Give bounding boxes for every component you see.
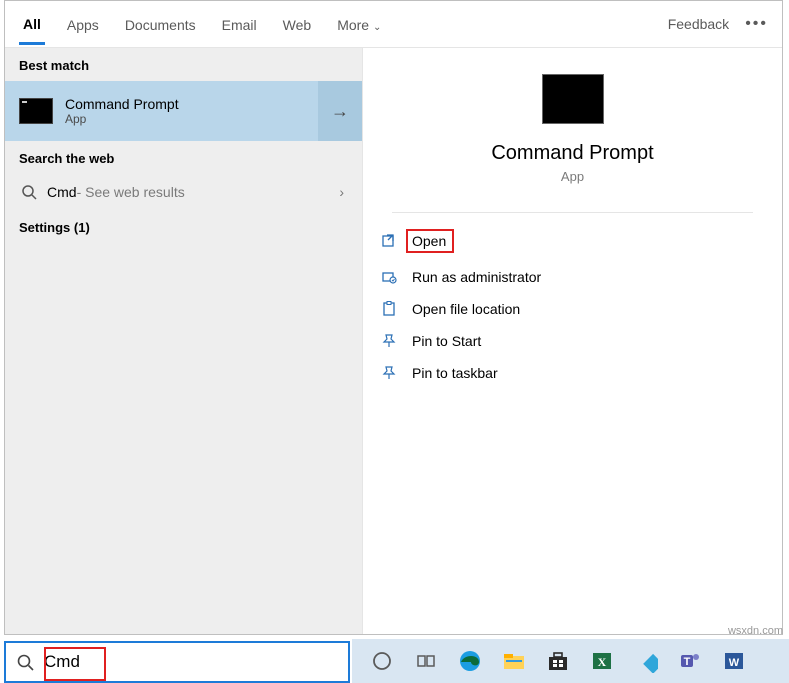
taskbar-excel-icon[interactable]: X — [582, 641, 622, 681]
action-run-as-admin[interactable]: Run as administrator — [372, 261, 789, 293]
search-body: Best match Command Prompt App → Search t… — [5, 48, 782, 634]
tab-documents[interactable]: Documents — [121, 5, 200, 43]
action-open-file-location-label: Open file location — [412, 301, 520, 317]
best-match-label: Best match — [5, 48, 362, 81]
web-result-row[interactable]: Cmd - See web results › — [5, 174, 362, 210]
settings-label[interactable]: Settings (1) — [5, 210, 362, 243]
expand-arrow-icon[interactable]: → — [318, 81, 362, 141]
web-result-hint: - See web results — [77, 184, 185, 200]
header-tabs: All Apps Documents Email Web More ⌄ — [19, 4, 385, 45]
action-open-file-location[interactable]: Open file location — [372, 293, 789, 325]
preview-subtitle: App — [561, 169, 584, 184]
open-icon — [380, 233, 398, 249]
pin-taskbar-icon — [380, 365, 398, 381]
watermark: wsxdn.com — [728, 625, 783, 637]
action-open[interactable]: Open — [372, 221, 789, 261]
best-match-subtitle: App — [65, 112, 179, 126]
tab-all[interactable]: All — [19, 4, 45, 45]
action-pin-to-taskbar[interactable]: Pin to taskbar — [372, 357, 789, 389]
file-location-icon — [380, 301, 398, 317]
search-icon — [16, 653, 34, 671]
chevron-right-icon: › — [339, 184, 344, 200]
taskbar-teams-icon[interactable]: T — [670, 641, 710, 681]
best-match-title: Command Prompt — [65, 96, 179, 112]
svg-text:T: T — [684, 656, 691, 668]
more-options-icon[interactable]: ••• — [745, 15, 768, 33]
action-pin-to-start-label: Pin to Start — [412, 333, 481, 349]
preview-pane: Command Prompt App Open Run as administr… — [363, 48, 782, 634]
divider — [392, 212, 752, 213]
best-match-text: Command Prompt App — [65, 96, 179, 126]
taskbar-taskview-icon[interactable] — [406, 641, 446, 681]
search-icon — [21, 184, 37, 200]
preview-title: Command Prompt — [491, 142, 653, 165]
action-pin-to-taskbar-label: Pin to taskbar — [412, 365, 498, 381]
tab-more[interactable]: More ⌄ — [333, 5, 385, 43]
search-header: All Apps Documents Email Web More ⌄ Feed… — [5, 1, 782, 48]
taskbar-store-icon[interactable] — [538, 641, 578, 681]
tab-web[interactable]: Web — [279, 5, 316, 43]
action-open-label: Open — [406, 229, 454, 253]
web-result-term: Cmd — [47, 184, 77, 200]
taskbar-word-icon[interactable]: W — [714, 641, 754, 681]
command-prompt-icon — [19, 98, 53, 124]
taskbar: X T W — [352, 639, 789, 683]
taskbar-edge-icon[interactable] — [450, 641, 490, 681]
results-pane: Best match Command Prompt App → Search t… — [5, 48, 363, 634]
svg-text:W: W — [729, 657, 740, 669]
search-web-label: Search the web — [5, 141, 362, 174]
feedback-link[interactable]: Feedback — [668, 16, 729, 32]
best-match-result[interactable]: Command Prompt App → — [5, 81, 362, 141]
admin-icon — [380, 269, 398, 285]
preview-command-prompt-icon — [542, 74, 604, 124]
taskbar-explorer-icon[interactable] — [494, 641, 534, 681]
action-run-as-admin-label: Run as administrator — [412, 269, 541, 285]
svg-text:X: X — [598, 655, 607, 669]
taskbar-kodi-icon[interactable] — [626, 641, 666, 681]
action-pin-to-start[interactable]: Pin to Start — [372, 325, 789, 357]
chevron-down-icon: ⌄ — [373, 22, 381, 33]
tab-apps[interactable]: Apps — [63, 5, 103, 43]
start-search-window: All Apps Documents Email Web More ⌄ Feed… — [4, 0, 783, 635]
search-input[interactable] — [42, 651, 348, 673]
tab-email[interactable]: Email — [218, 5, 261, 43]
search-bar[interactable] — [4, 641, 350, 683]
taskbar-cortana-icon[interactable] — [362, 641, 402, 681]
actions-list: Open Run as administrator Open file loca… — [354, 221, 789, 389]
pin-start-icon — [380, 333, 398, 349]
